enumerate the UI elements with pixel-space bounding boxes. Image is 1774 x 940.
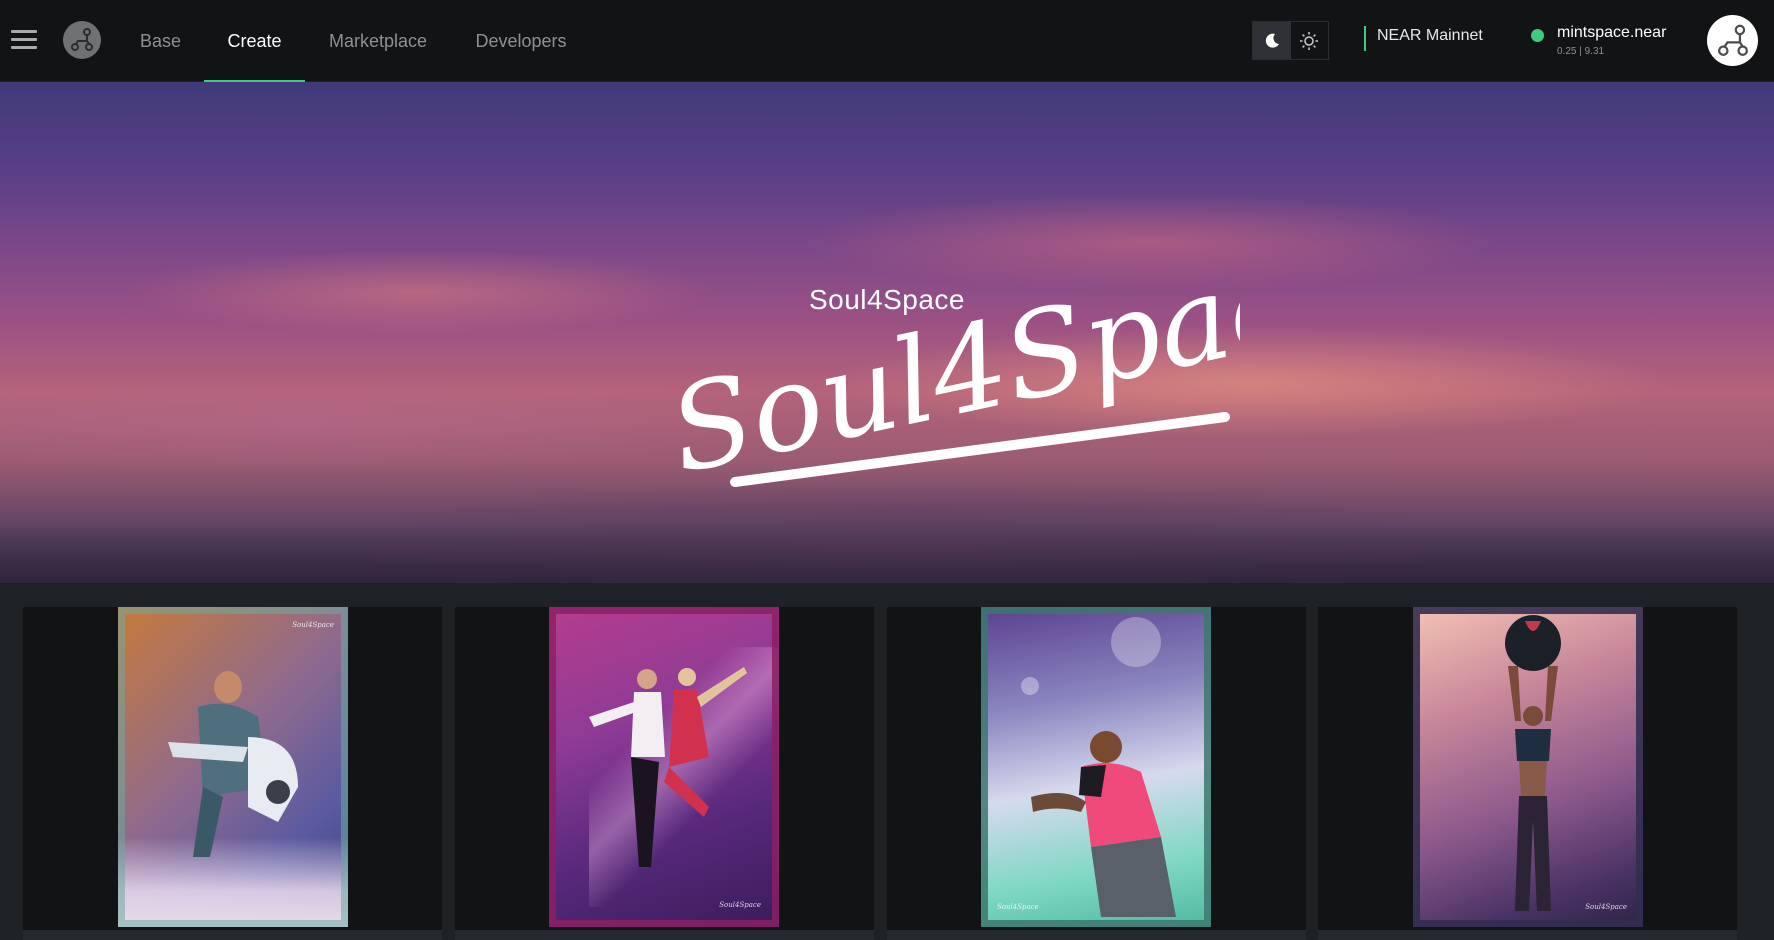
token-card[interactable]: Soul4Space (455, 607, 874, 940)
token-card[interactable]: Soul4Space (23, 607, 442, 940)
nav-item-create[interactable]: Create (204, 0, 305, 82)
token-image[interactable]: Soul4Space (981, 607, 1211, 927)
hamburger-icon[interactable] (11, 30, 37, 50)
store-logo: Soul4Space (658, 242, 1240, 500)
watermark: Soul4Space (997, 903, 1039, 911)
store-hero-banner: Soul4Space Soul4Space (0, 82, 1774, 583)
avatar[interactable] (1707, 15, 1758, 66)
account-name[interactable]: mintspace.near (1557, 24, 1666, 42)
token-image[interactable]: Soul4Space (1413, 607, 1643, 927)
theme-toggle (1252, 21, 1329, 60)
store-title: Soul4Space (808, 284, 965, 315)
card-footer (23, 930, 442, 940)
nav-item-base[interactable]: Base (140, 0, 181, 82)
status-indicator (1531, 29, 1544, 42)
watermark: Soul4Space (719, 901, 761, 909)
nav-item-marketplace[interactable]: Marketplace (328, 0, 428, 82)
card-footer (455, 930, 874, 940)
watermark: Soul4Space (292, 621, 334, 629)
svg-text:Soul4Space: Soul4Space (658, 242, 1240, 500)
network-label[interactable]: NEAR Mainnet (1377, 27, 1483, 45)
token-gallery: Soul4Space Soul4Space Soul4Space Soul4Sp… (0, 583, 1774, 940)
token-image[interactable]: Soul4Space (118, 607, 348, 927)
account-balance: 0.25 | 9.31 (1557, 46, 1605, 57)
token-card[interactable]: Soul4Space (1318, 607, 1737, 940)
sun-icon[interactable] (1291, 22, 1329, 59)
top-navbar: Base Create Marketplace Developers NEAR … (0, 0, 1774, 82)
moon-icon[interactable] (1253, 22, 1291, 59)
card-footer (1318, 930, 1737, 940)
nav-item-developers[interactable]: Developers (475, 0, 567, 82)
mintbase-logo-icon[interactable] (63, 21, 101, 59)
hero-clouds (0, 523, 1774, 583)
watermark: Soul4Space (1585, 903, 1627, 911)
token-image[interactable]: Soul4Space (549, 607, 779, 927)
token-card[interactable]: Soul4Space (887, 607, 1306, 940)
card-footer (887, 930, 1306, 940)
network-divider (1364, 26, 1366, 51)
